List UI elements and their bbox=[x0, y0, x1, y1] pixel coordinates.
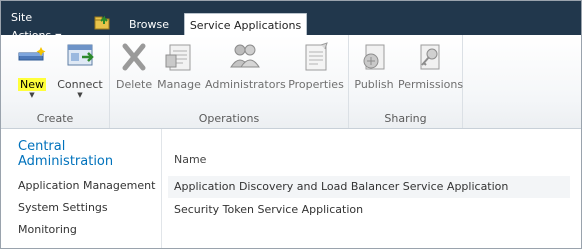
tab-service-applications[interactable]: Service Applications bbox=[184, 13, 307, 37]
sharing-group-label: Sharing bbox=[384, 112, 427, 125]
delete-icon bbox=[122, 43, 146, 71]
left-navigation: Central Administration Application Manag… bbox=[1, 129, 162, 248]
connect-button[interactable]: Connect ▼ bbox=[57, 41, 103, 100]
nav-monitoring[interactable]: Monitoring bbox=[18, 223, 77, 236]
connect-button-label: Connect bbox=[57, 78, 103, 91]
connect-icon bbox=[67, 44, 94, 66]
chevron-down-icon: ▼ bbox=[77, 91, 83, 99]
delete-button[interactable]: Delete bbox=[116, 41, 152, 91]
properties-icon bbox=[305, 42, 328, 71]
navigate-up-icon[interactable] bbox=[94, 14, 112, 30]
sharing-group: Publish Permissions Sharing bbox=[349, 35, 463, 128]
site-actions-menu[interactable]: Site Actions▼ bbox=[1, 9, 85, 42]
central-administration-link[interactable]: Central Administration bbox=[18, 139, 128, 169]
list-item[interactable]: Application Discovery and Load Balancer … bbox=[168, 176, 570, 198]
delete-button-label: Delete bbox=[116, 78, 153, 91]
central-administration-label: Central Administration bbox=[18, 139, 114, 169]
publish-icon bbox=[363, 44, 385, 70]
permissions-icon bbox=[420, 44, 440, 70]
chevron-down-icon: ▼ bbox=[29, 91, 35, 99]
publish-button-label: Publish bbox=[354, 78, 394, 91]
operations-group: Delete Manage Administrators Properties … bbox=[110, 35, 349, 128]
new-button-label: New bbox=[18, 78, 46, 91]
tab-browse[interactable]: Browse bbox=[125, 15, 173, 35]
new-icon bbox=[18, 47, 46, 61]
create-group-label: Create bbox=[36, 112, 74, 125]
administrators-button[interactable]: Administrators bbox=[205, 41, 286, 91]
properties-button-label: Properties bbox=[288, 78, 344, 91]
properties-button[interactable]: Properties bbox=[288, 41, 344, 91]
list-item[interactable]: Security Token Service Application bbox=[168, 199, 570, 221]
manage-button[interactable]: Manage bbox=[157, 41, 201, 91]
permissions-button-label: Permissions bbox=[398, 78, 464, 91]
new-button[interactable]: New ▼ bbox=[13, 41, 51, 100]
administrators-button-label: Administrators bbox=[205, 78, 286, 91]
manage-icon bbox=[165, 44, 191, 71]
permissions-button[interactable]: Permissions bbox=[398, 41, 464, 91]
create-group: New ▼ Connect ▼ Create bbox=[1, 35, 110, 128]
manage-button-label: Manage bbox=[157, 78, 201, 91]
service-applications-list: Name Application Discovery and Load Bala… bbox=[162, 129, 581, 248]
nav-application-management[interactable]: Application Management bbox=[18, 179, 155, 192]
administrators-icon bbox=[230, 44, 260, 68]
name-column-header[interactable]: Name bbox=[174, 153, 206, 166]
publish-button[interactable]: Publish bbox=[352, 41, 396, 91]
operations-group-label: Operations bbox=[198, 112, 260, 125]
top-bar: Site Actions▼ Browse Service Application… bbox=[1, 1, 581, 42]
ribbon: New ▼ Connect ▼ Create Delete Manage Adm… bbox=[1, 35, 581, 129]
nav-system-settings[interactable]: System Settings bbox=[18, 201, 108, 214]
sharepoint-window: Site Actions▼ Browse Service Application… bbox=[0, 0, 582, 249]
